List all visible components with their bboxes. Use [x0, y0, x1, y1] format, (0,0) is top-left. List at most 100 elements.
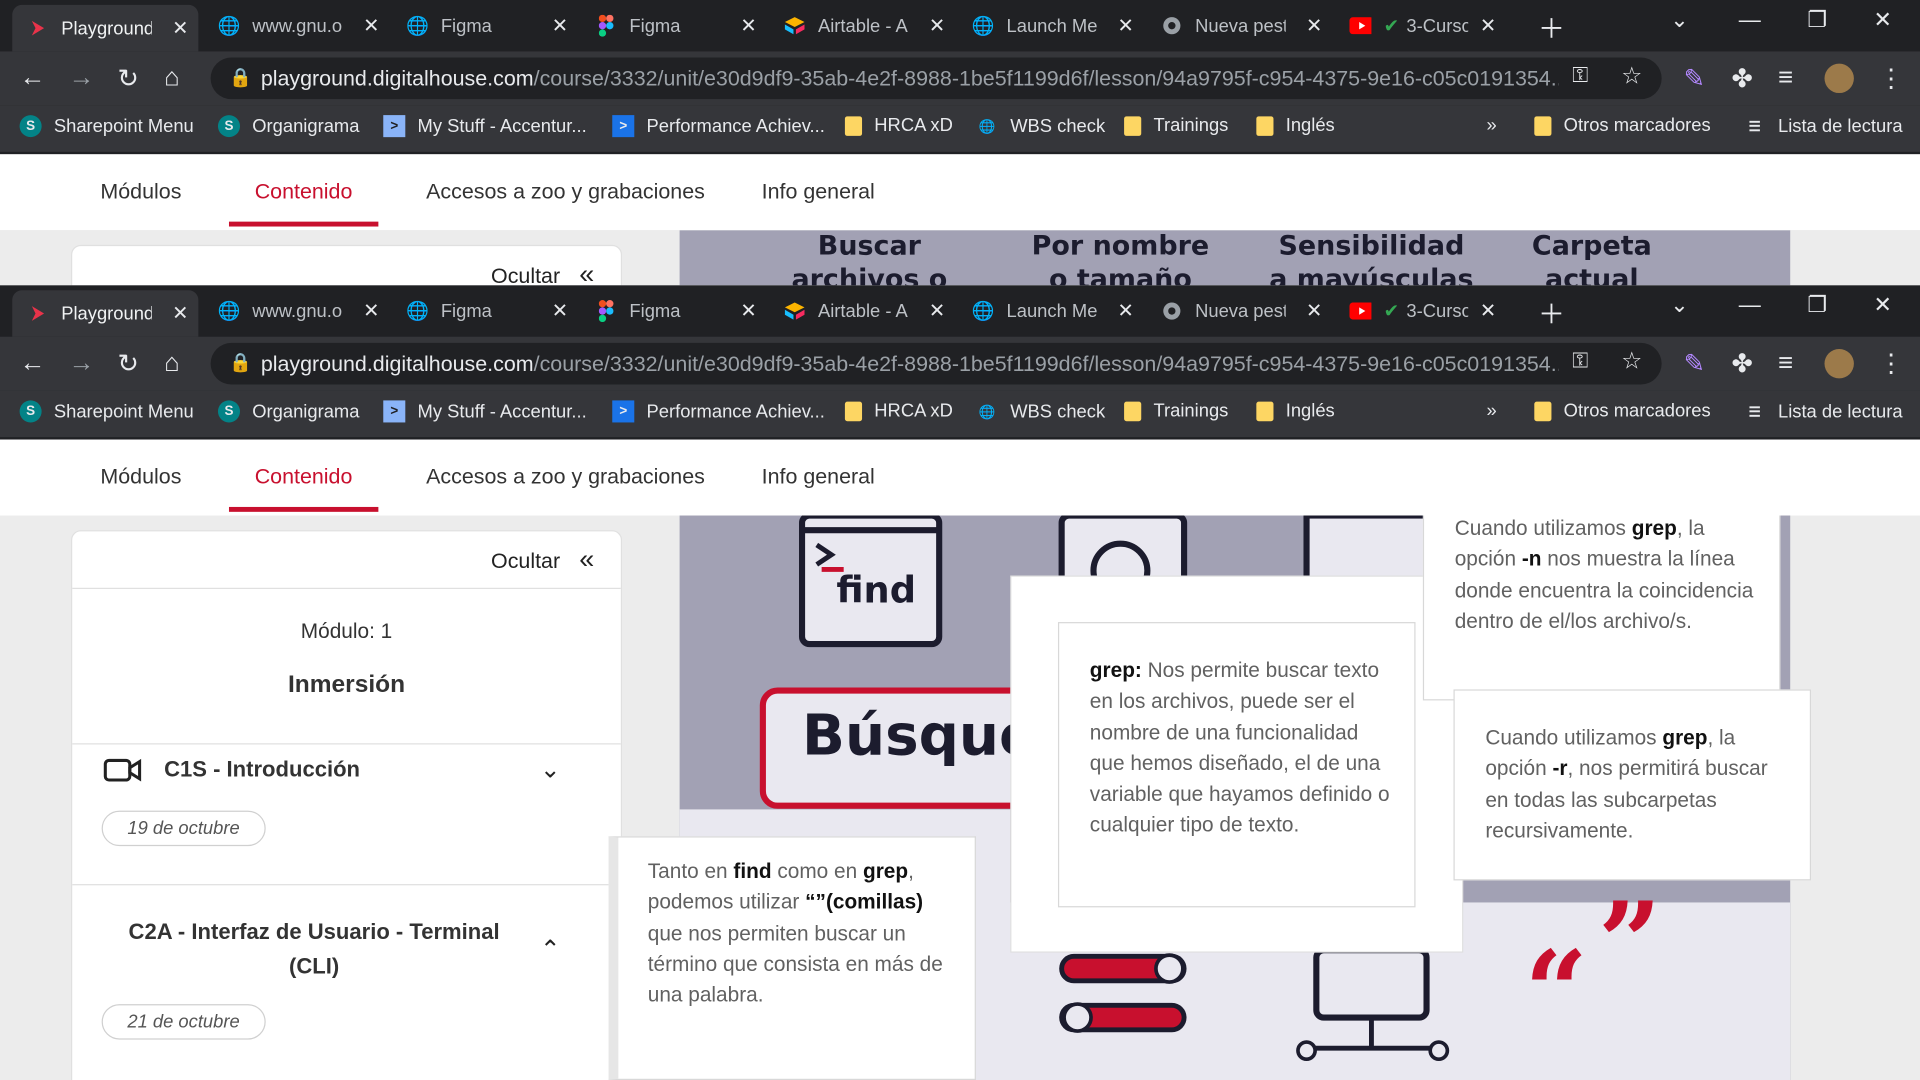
tab-search-icon[interactable]: ⌄ [1670, 7, 1688, 33]
close-tab-icon[interactable]: ✕ [929, 299, 945, 323]
bookmark-otros[interactable]: Otros marcadores [1534, 400, 1711, 421]
avatar[interactable] [1824, 63, 1854, 94]
minimize-icon[interactable]: — [1739, 293, 1761, 319]
tab-figma-2[interactable]: Figma ✕ [580, 293, 766, 330]
hide-sidebar-label[interactable]: Ocultar [491, 263, 560, 285]
bookmarks-overflow[interactable]: » [1487, 400, 1497, 421]
bookmark-sharepoint[interactable]: S Sharepoint Menu [19, 115, 194, 138]
reload-icon[interactable]: ↻ [118, 349, 140, 380]
close-tab-icon[interactable]: ✕ [363, 299, 379, 323]
bookmarks-overflow[interactable]: » [1487, 115, 1497, 136]
reload-icon[interactable]: ↻ [118, 64, 140, 95]
tab-gnu[interactable]: 🌐www.gnu.org✕ [203, 7, 389, 44]
extensions-icon[interactable]: ✤ [1731, 349, 1753, 380]
bookmark-wbs[interactable]: 🌐 WBS check [976, 400, 1106, 422]
menu-icon[interactable]: ⋮ [1878, 349, 1904, 380]
close-tab-icon[interactable]: ✕ [1480, 13, 1496, 37]
reading-list[interactable]: ☰ Lista de lectura [1744, 400, 1903, 422]
avatar[interactable] [1824, 348, 1854, 379]
bookmark-otros[interactable]: Otros marcadores [1534, 115, 1711, 136]
bookmark-organigrama[interactable]: S Organigrama [217, 400, 359, 423]
chevron-down-icon[interactable]: ⌄ [540, 754, 561, 785]
lesson-item[interactable]: C1S - Introducción ⌄ 19 de octubre [72, 744, 621, 884]
tab-airtable[interactable]: Airtable - All ✕ [769, 7, 955, 44]
tab-youtube[interactable]: ✔ 3-Curso ✕ [1335, 7, 1506, 44]
forward-icon[interactable]: → [69, 64, 95, 93]
bookmark-mystuff[interactable]: > My Stuff - Accentur... [383, 400, 587, 423]
tab-new[interactable]: Nueva pestaña✕ [1146, 293, 1332, 330]
bookmark-organigrama[interactable]: S Organigrama [217, 115, 359, 138]
bookmark-mystuff[interactable]: > My Stuff - Accentur... [383, 115, 587, 138]
bookmark-trainings[interactable]: Trainings [1124, 115, 1228, 136]
tab-youtube[interactable]: ✔ 3-Curso ✕ [1335, 293, 1506, 330]
nav-info[interactable]: Info general [762, 464, 875, 490]
chevron-up-icon[interactable]: ⌃ [540, 934, 561, 965]
bookmark-hrca[interactable]: HRCA xD [844, 115, 953, 136]
restore-icon[interactable]: ❐ [1807, 7, 1827, 33]
bookmark-ingles[interactable]: Inglés [1256, 115, 1335, 136]
close-window-icon[interactable]: ✕ [1873, 293, 1891, 319]
bookmark-wbs[interactable]: 🌐 WBS check [976, 115, 1106, 137]
tab-gnu[interactable]: 🌐www.gnu.org✕ [203, 293, 389, 330]
extension-feather-icon[interactable]: ✎ [1684, 349, 1706, 380]
reading-list[interactable]: ☰ Lista de lectura [1744, 115, 1903, 137]
tab-search-icon[interactable]: ⌄ [1670, 293, 1688, 319]
hide-sidebar-label[interactable]: Ocultar [491, 549, 560, 575]
extensions-icon[interactable]: ✤ [1731, 64, 1753, 95]
close-tab-icon[interactable]: ✕ [172, 16, 188, 40]
menu-icon[interactable]: ⋮ [1878, 64, 1904, 95]
tab-figma-2[interactable]: Figma ✕ [580, 7, 766, 44]
tab-playground[interactable]: Playground ✕ [12, 4, 199, 52]
close-tab-icon[interactable]: ✕ [740, 13, 756, 37]
nav-accesos[interactable]: Accesos a zoo y grabaciones [426, 179, 705, 205]
address-bar[interactable]: 🔒 playground.digitalhouse.com/course/333… [210, 342, 1662, 385]
chevrons-left-icon[interactable]: « [579, 258, 594, 285]
tab-new[interactable]: Nueva pestaña✕ [1146, 7, 1332, 44]
tab-airtable[interactable]: Airtable - All ✕ [769, 293, 955, 330]
close-tab-icon[interactable]: ✕ [1117, 13, 1133, 37]
star-icon[interactable]: ☆ [1621, 348, 1642, 376]
new-tab-icon[interactable]: ＋ [1538, 293, 1565, 332]
nav-info[interactable]: Info general [762, 179, 875, 205]
chevrons-left-icon[interactable]: « [579, 544, 594, 576]
restore-icon[interactable]: ❐ [1807, 293, 1827, 319]
nav-contenido[interactable]: Contenido [255, 464, 353, 490]
back-icon[interactable]: ← [20, 349, 46, 378]
close-window-icon[interactable]: ✕ [1873, 7, 1891, 33]
bookmark-ingles[interactable]: Inglés [1256, 400, 1335, 421]
nav-modulos[interactable]: Módulos [100, 464, 181, 490]
tab-launch[interactable]: 🌐Launch Meeting✕ [958, 293, 1144, 330]
key-icon[interactable]: ⚿ [1572, 64, 1588, 88]
close-tab-icon[interactable]: ✕ [1480, 299, 1496, 323]
close-tab-icon[interactable]: ✕ [1117, 299, 1133, 323]
key-icon[interactable]: ⚿ [1572, 349, 1588, 373]
address-bar[interactable]: 🔒 playground.digitalhouse.com/course/333… [210, 57, 1662, 100]
tab-figma-1[interactable]: 🌐 Figma ✕ [392, 293, 578, 330]
tab-playground[interactable]: Playground ✕ [12, 290, 199, 337]
close-tab-icon[interactable]: ✕ [1306, 299, 1322, 323]
minimize-icon[interactable]: — [1739, 7, 1761, 33]
bookmark-sharepoint[interactable]: S Sharepoint Menu [19, 400, 194, 423]
tab-launch[interactable]: 🌐Launch Meeting✕ [958, 7, 1144, 44]
forward-icon[interactable]: → [69, 349, 95, 378]
lesson-item[interactable]: C2A - Interfaz de Usuario - Terminal (CL… [72, 885, 621, 1080]
nav-modulos[interactable]: Módulos [100, 179, 181, 205]
nav-contenido[interactable]: Contenido [255, 179, 353, 205]
close-tab-icon[interactable]: ✕ [552, 13, 568, 37]
home-icon[interactable]: ⌂ [164, 64, 180, 93]
back-icon[interactable]: ← [20, 64, 46, 93]
star-icon[interactable]: ☆ [1621, 62, 1642, 90]
tab-figma-1[interactable]: 🌐 Figma ✕ [392, 7, 578, 44]
close-tab-icon[interactable]: ✕ [552, 299, 568, 323]
close-tab-icon[interactable]: ✕ [363, 13, 379, 37]
close-tab-icon[interactable]: ✕ [740, 299, 756, 323]
close-tab-icon[interactable]: ✕ [172, 301, 188, 325]
new-tab-icon[interactable]: ＋ [1538, 7, 1565, 46]
bookmark-hrca[interactable]: HRCA xD [844, 400, 953, 421]
close-tab-icon[interactable]: ✕ [929, 13, 945, 37]
close-tab-icon[interactable]: ✕ [1306, 13, 1322, 37]
bookmark-trainings[interactable]: Trainings [1124, 400, 1228, 421]
home-icon[interactable]: ⌂ [164, 349, 180, 378]
bookmark-performance[interactable]: > Performance Achiev... [612, 115, 825, 138]
bookmark-performance[interactable]: > Performance Achiev... [612, 400, 825, 423]
